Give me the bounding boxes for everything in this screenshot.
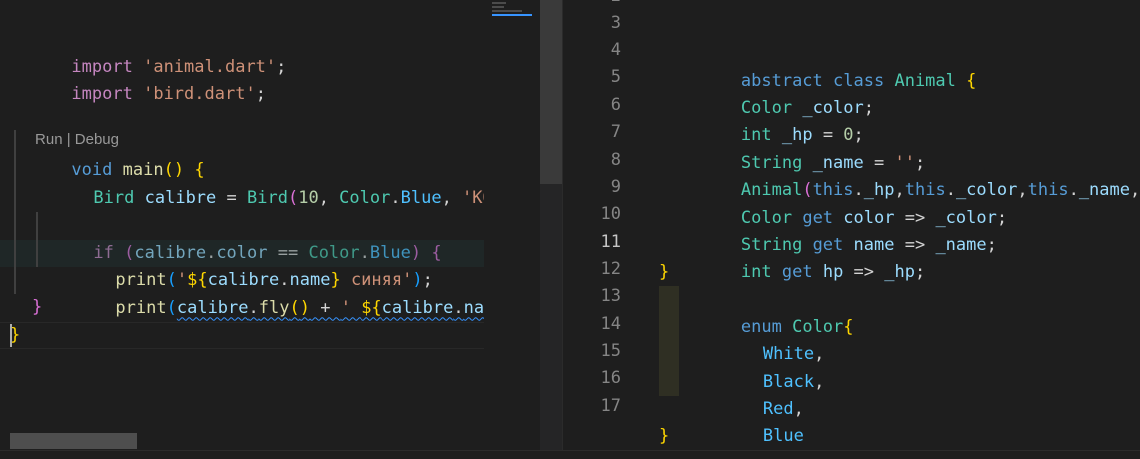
code-line[interactable]: }: [0, 267, 484, 317]
codelens: Run | Debug: [0, 80, 484, 148]
code-line[interactable]: Black,: [659, 314, 1140, 392]
code-line[interactable]: import 'bird.dart';: [0, 26, 484, 104]
panel-border: [0, 450, 1140, 459]
line-number: 4: [610, 40, 621, 60]
code-line[interactable]: }: [659, 396, 1140, 446]
code-line[interactable]: print('${calibre.name} синяя');: [0, 212, 484, 290]
token: }: [659, 426, 670, 447]
line-number: 3: [610, 13, 621, 33]
code-line[interactable]: enum Color{: [659, 259, 1140, 337]
token: Blue: [762, 425, 804, 446]
line-number: 9: [610, 177, 621, 197]
token: ;: [276, 56, 287, 77]
line-number: 15: [600, 341, 621, 361]
line-number: 6: [610, 95, 621, 115]
code-line[interactable]: Animal(this._hp,this._color,this._name,)…: [659, 122, 1140, 200]
code-line[interactable]: abstract class Animal {: [659, 13, 1140, 91]
left-editor-pane[interactable]: import 'animal.dart'; import 'bird.dart'…: [0, 0, 484, 459]
code-line[interactable]: }: [659, 232, 1140, 282]
text-cursor: [10, 324, 12, 347]
line-number: 17: [600, 396, 621, 416]
line-number: 14: [600, 314, 621, 334]
code-line[interactable]: String get name => _name;: [659, 177, 1140, 255]
line-number: 7: [610, 122, 621, 142]
code-line[interactable]: int _hp = 0;: [659, 67, 1140, 145]
code-line[interactable]: Red,: [659, 341, 1140, 419]
code-line[interactable]: int get hp => _hp;: [659, 204, 1140, 282]
code-line[interactable]: String _name = '';: [659, 95, 1140, 173]
line-number: 16: [600, 368, 621, 388]
minimap-line: [492, 2, 506, 4]
scrollbar-thumb[interactable]: [540, 0, 562, 184]
indent-guide: [14, 130, 16, 294]
line-number: 8: [610, 150, 621, 170]
code-line[interactable]: }: [0, 295, 484, 345]
editor-vertical-scrollbar[interactable]: [540, 0, 562, 459]
minimap-line: [492, 10, 522, 12]
minimap-line: [492, 6, 504, 8]
line-number: 5: [610, 67, 621, 87]
code-line[interactable]: Bird calibre = Bird(10, Color.Blue, 'KOK…: [0, 130, 484, 208]
line-number: 2: [563, 0, 621, 6]
horizontal-scrollbar[interactable]: [10, 433, 137, 449]
code-line[interactable]: void main() {: [0, 102, 484, 180]
code-line[interactable]: Color _color;: [659, 40, 1140, 118]
minimap[interactable]: [484, 0, 540, 459]
right-editor-pane[interactable]: 2 3 4 5 6 7 8 9 10 11 12 13 14 15 16 17 …: [562, 0, 1140, 459]
code-line[interactable]: Blue: [659, 368, 1140, 446]
code-line[interactable]: import 'animal.dart';: [0, 0, 484, 77]
line-number: 10: [600, 204, 621, 224]
minimap-line: [492, 14, 532, 16]
indent-guide: [36, 212, 38, 267]
current-line-highlight: [0, 322, 484, 349]
code-line[interactable]: Color get color => _color;: [659, 150, 1140, 228]
indent-guide: [659, 286, 679, 396]
code-line[interactable]: print(calibre.fly() + ' ${calibre.name}: [0, 240, 484, 318]
code-line[interactable]: White,: [659, 286, 1140, 364]
line-number: 12: [600, 259, 621, 279]
code-line[interactable]: if (calibre.color == Color.Blue) {: [0, 185, 484, 263]
line-number-active: 11: [600, 232, 621, 252]
line-number: 13: [600, 286, 621, 306]
